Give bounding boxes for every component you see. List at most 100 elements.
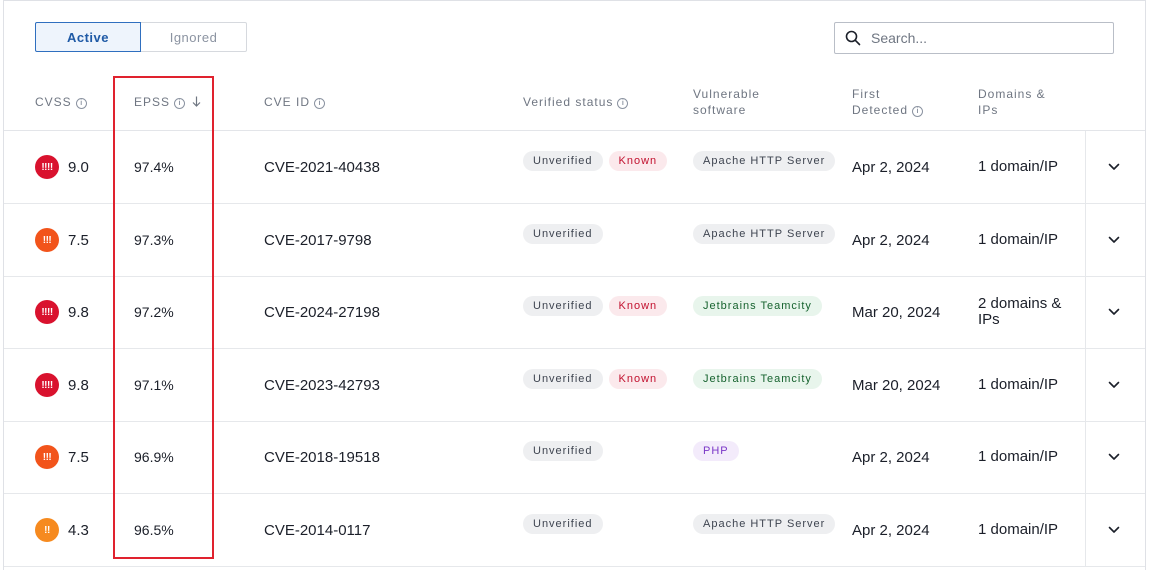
info-icon[interactable]: i [174, 98, 186, 109]
expand-row-button[interactable] [1108, 204, 1120, 276]
expand-row-button[interactable] [1108, 421, 1120, 493]
col-header-epss[interactable]: EPSS i [134, 94, 201, 110]
domains-cell: 1 domain/IP [978, 349, 1078, 421]
info-icon[interactable]: i [912, 106, 924, 117]
known-badge: Known [608, 369, 668, 389]
cvss-score: 9.8 [68, 376, 89, 394]
unverified-badge: Unverified [523, 151, 603, 171]
cvss-cell: !!! 7.5 [35, 421, 89, 493]
row-divider [1085, 421, 1086, 493]
cve-id-cell: CVE-2023-42793 [264, 349, 380, 421]
verified-status-cell: Unverified Known [523, 270, 673, 342]
severity-icon: !!!! [35, 155, 59, 179]
chevron-down-icon [1108, 381, 1120, 388]
chevron-down-icon [1108, 526, 1120, 533]
known-badge: Known [608, 151, 668, 171]
tab-active[interactable]: Active [35, 22, 141, 52]
expand-row-button[interactable] [1108, 276, 1120, 348]
epss-cell: 96.9% [134, 421, 174, 493]
info-icon[interactable]: i [314, 98, 326, 109]
tab-ignored[interactable]: Ignored [141, 22, 247, 52]
cvss-score: 9.0 [68, 158, 89, 176]
verified-status-cell: Unverified [523, 415, 609, 487]
chevron-down-icon [1108, 453, 1120, 460]
col-header-cvss[interactable]: CVSS i [35, 94, 87, 110]
epss-value: 97.3% [134, 232, 174, 248]
first-detected-cell: Apr 2, 2024 [852, 204, 930, 276]
expand-row-button[interactable] [1108, 494, 1120, 566]
cve-id[interactable]: CVE-2024-27198 [264, 304, 380, 321]
col-header-vulnerable-software[interactable]: Vulnerable software [693, 86, 760, 118]
search-icon [845, 30, 861, 46]
domains-count: 1 domain/IP [978, 376, 1059, 393]
software-badge: Apache HTTP Server [693, 151, 836, 171]
col-header-first-detected[interactable]: First Detected i [852, 86, 924, 118]
epss-value: 97.1% [134, 377, 174, 393]
cvss-cell: !!! 7.5 [35, 204, 89, 276]
unverified-badge: Unverified [523, 296, 603, 316]
unverified-badge: Unverified [523, 369, 603, 389]
cve-id[interactable]: CVE-2017-9798 [264, 232, 372, 249]
epss-cell: 97.1% [134, 349, 174, 421]
expand-row-button[interactable] [1108, 349, 1120, 421]
first-detected-date: Apr 2, 2024 [852, 521, 930, 539]
vulnerable-software-cell: PHP [693, 415, 745, 487]
unverified-badge: Unverified [523, 514, 603, 534]
info-icon[interactable]: i [75, 98, 87, 109]
col-header-verified-status[interactable]: Verified status i [523, 94, 629, 110]
cve-id[interactable]: CVE-2018-19518 [264, 449, 380, 466]
first-detected-cell: Apr 2, 2024 [852, 494, 930, 566]
epss-cell: 97.2% [134, 276, 174, 348]
epss-cell: 97.3% [134, 204, 174, 276]
cve-id-cell: CVE-2024-27198 [264, 276, 380, 348]
domains-count: 2 domains & IPs [978, 295, 1062, 328]
cvss-cell: !!!! 9.8 [35, 276, 89, 348]
software-badge: PHP [693, 441, 739, 461]
first-detected-cell: Apr 2, 2024 [852, 421, 930, 493]
cvss-cell: !!!! 9.8 [35, 349, 89, 421]
col-header-cve-id[interactable]: CVE ID i [264, 94, 326, 110]
epss-value: 97.2% [134, 304, 174, 320]
sort-down-arrow-icon[interactable] [192, 96, 201, 107]
table-row[interactable]: !!! 7.5 96.9% CVE-2018-19518 Unverified PHP Ap… [4, 421, 1145, 494]
vulnerable-software-cell: Jetbrains Teamcity [693, 270, 828, 342]
cve-id-cell: CVE-2017-9798 [264, 204, 372, 276]
epss-cell: 97.4% [134, 131, 174, 203]
known-badge: Known [608, 296, 668, 316]
cve-id-cell: CVE-2021-40438 [264, 131, 380, 203]
first-detected-date: Apr 2, 2024 [852, 448, 930, 466]
cvss-score: 9.8 [68, 303, 89, 321]
verified-status-cell: Unverified Known [523, 125, 673, 197]
search-input[interactable] [869, 29, 1103, 47]
table-row[interactable]: !!!! 9.8 97.2% CVE-2024-27198 Unverified Know… [4, 276, 1145, 349]
vulnerable-software-cell: Apache HTTP Server [693, 125, 841, 197]
cve-id-cell: CVE-2014-0117 [264, 494, 370, 566]
cvss-score: 7.5 [68, 448, 89, 466]
first-detected-date: Mar 20, 2024 [852, 303, 941, 321]
first-detected-cell: Mar 20, 2024 [852, 349, 940, 421]
epss-value: 96.5% [134, 522, 174, 538]
domains-count: 1 domain/IP [978, 448, 1059, 465]
domains-cell: 1 domain/IP [978, 421, 1078, 493]
first-detected-date: Mar 20, 2024 [852, 376, 941, 394]
unverified-badge: Unverified [523, 441, 603, 461]
cvss-cell: !! 4.3 [35, 494, 89, 566]
first-detected-cell: Apr 2, 2024 [852, 131, 930, 203]
cve-id[interactable]: CVE-2014-0117 [264, 522, 370, 539]
cve-id[interactable]: CVE-2023-42793 [264, 377, 380, 394]
col-header-domains-ips[interactable]: Domains & IPs [978, 86, 1046, 118]
software-badge: Jetbrains Teamcity [693, 369, 822, 389]
domains-cell: 2 domains & IPs [978, 276, 1078, 348]
table-row[interactable]: !!!! 9.8 97.1% CVE-2023-42793 Unverified Know… [4, 349, 1145, 422]
severity-icon: !!!! [35, 373, 59, 397]
table-row[interactable]: !! 4.3 96.5% CVE-2014-0117 Unverified Apache … [4, 494, 1145, 567]
table-row[interactable]: !!!! 9.0 97.4% CVE-2021-40438 Unverified Know… [4, 131, 1145, 204]
cvss-score: 4.3 [68, 521, 89, 539]
expand-row-button[interactable] [1108, 131, 1120, 203]
info-icon[interactable]: i [617, 98, 629, 109]
vulnerable-software-cell: Jetbrains Teamcity [693, 343, 828, 415]
table-row[interactable]: !!! 7.5 97.3% CVE-2017-9798 Unverified Apache… [4, 204, 1145, 277]
domains-count: 1 domain/IP [978, 521, 1059, 538]
cve-id[interactable]: CVE-2021-40438 [264, 159, 380, 176]
chevron-down-icon [1108, 163, 1120, 170]
